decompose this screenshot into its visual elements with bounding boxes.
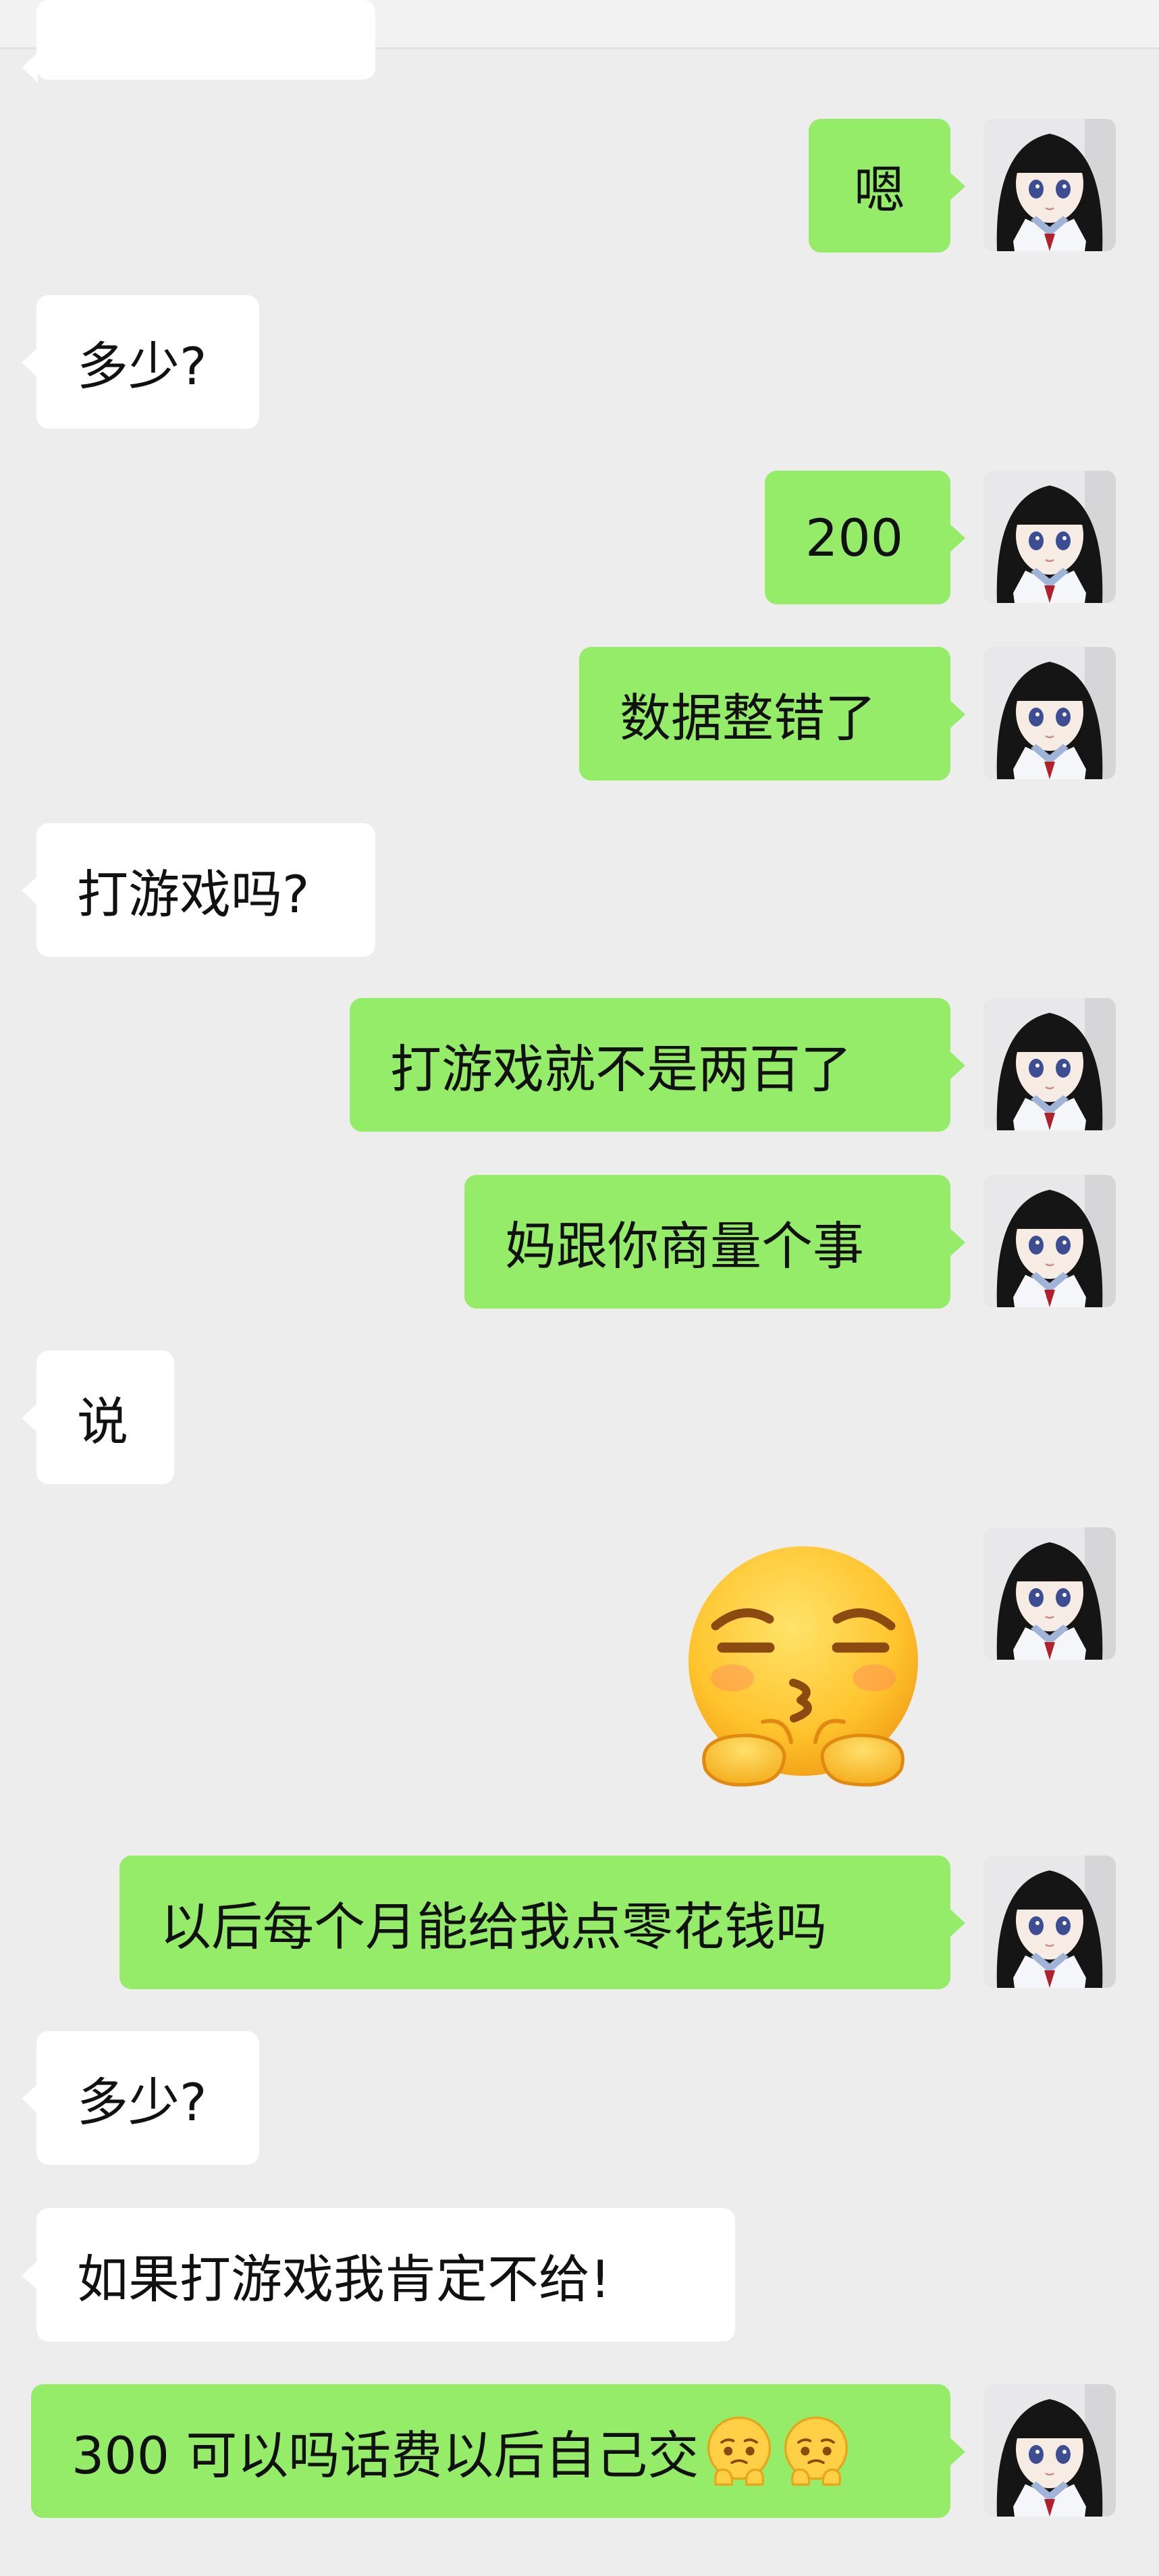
avatar[interactable]	[983, 1856, 1116, 1988]
message-bubble-outgoing[interactable]: 200	[765, 471, 965, 604]
message-bubble-outgoing[interactable]: 妈跟你商量个事	[464, 1175, 965, 1309]
message-bubble-outgoing[interactable]: 以后每个月能给我点零花钱吗	[119, 1856, 965, 1989]
message-text: 嗯	[854, 160, 905, 220]
blowing-kiss-hands-emoji-sticker[interactable]	[668, 1540, 938, 1810]
doll-girl-avatar-icon	[983, 119, 1116, 251]
avatar[interactable]	[983, 998, 1116, 1130]
message-text: 打游戏吗?	[77, 864, 310, 924]
pleading-face-emoji-icon	[780, 2415, 853, 2488]
message-bubble-incoming[interactable]: 多少?	[22, 2031, 259, 2165]
doll-girl-avatar-icon	[983, 998, 1116, 1130]
pleading-face-emoji-icon	[703, 2415, 776, 2488]
avatar[interactable]	[983, 119, 1116, 251]
message-bubble-incoming[interactable]	[22, 0, 375, 82]
message-bubble-outgoing[interactable]: 打游戏就不是两百了	[350, 998, 965, 1132]
message-bubble-outgoing[interactable]: 数据整错了	[579, 647, 965, 781]
message-bubble-incoming[interactable]: 如果打游戏我肯定不给!	[22, 2208, 735, 2342]
doll-girl-avatar-icon	[983, 1856, 1116, 1988]
message-text: 300 可以吗话费以后自己交	[72, 2425, 699, 2486]
avatar[interactable]	[983, 647, 1116, 779]
avatar[interactable]	[983, 471, 1116, 603]
doll-girl-avatar-icon	[983, 2384, 1116, 2517]
chat-message-list[interactable]: 嗯 多少? 200 数据整错了 打游戏吗? 打游戏就不是两百了 妈跟你商量个事 …	[0, 0, 1159, 2576]
message-text: 数据整错了	[620, 688, 876, 748]
avatar[interactable]	[983, 1527, 1116, 1660]
message-bubble-outgoing[interactable]: 嗯	[809, 119, 965, 253]
message-bubble-incoming[interactable]: 多少?	[22, 295, 259, 429]
doll-girl-avatar-icon	[983, 1527, 1116, 1660]
doll-girl-avatar-icon	[983, 1175, 1116, 1307]
message-text: 多少?	[77, 2072, 207, 2132]
avatar[interactable]	[983, 1175, 1116, 1307]
message-text: 多少?	[77, 336, 207, 396]
message-text: 200	[805, 507, 904, 568]
avatar[interactable]	[983, 2384, 1116, 2517]
message-bubble-incoming[interactable]: 打游戏吗?	[22, 823, 375, 957]
blowing-kiss-emoji-icon	[689, 1546, 918, 1787]
doll-girl-avatar-icon	[983, 471, 1116, 603]
message-text: 说	[77, 1392, 128, 1452]
message-bubble-incoming[interactable]: 说	[22, 1350, 174, 1484]
message-text: 妈跟你商量个事	[505, 1216, 864, 1276]
message-text: 以后每个月能给我点零花钱吗	[160, 1897, 827, 1957]
message-bubble-outgoing[interactable]: 300 可以吗话费以后自己交	[31, 2384, 965, 2518]
message-text: 如果打游戏我肯定不给!	[77, 2249, 611, 2309]
doll-girl-avatar-icon	[983, 647, 1116, 779]
message-text: 打游戏就不是两百了	[390, 1039, 852, 1099]
